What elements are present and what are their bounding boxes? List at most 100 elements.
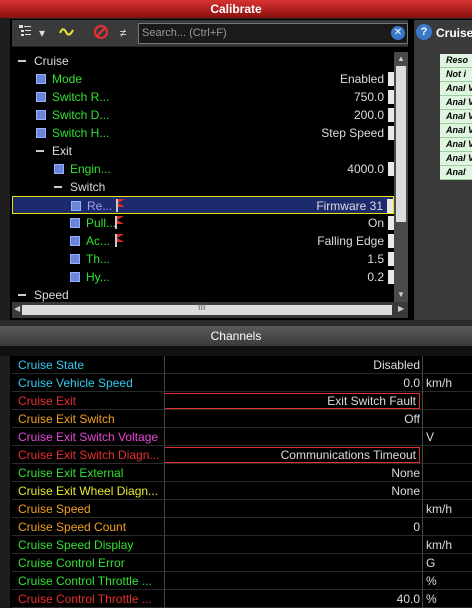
channel-label: Cruise Vehicle Speed (18, 376, 133, 390)
no-entry-icon[interactable] (90, 24, 112, 42)
help-table-cell: Anal Volta Inpu (440, 82, 472, 96)
channels-header-strip (0, 346, 472, 356)
channel-label: Cruise Exit Switch Diagn... (18, 448, 160, 462)
channel-unit: % (426, 592, 437, 606)
calibrate-title: Calibrate (210, 2, 262, 16)
channel-row[interactable]: Cruise Exit Switch Voltage V (12, 428, 472, 446)
tree-view-icon[interactable] (14, 24, 36, 42)
setting-icon (36, 128, 46, 138)
setting-icon (36, 110, 46, 120)
channel-unit: V (426, 430, 435, 444)
tree-category-label: Switch (70, 180, 106, 194)
scroll-up-icon[interactable]: ▲ (397, 54, 405, 63)
horizontal-scrollbar[interactable]: ◀ III ▶ (12, 302, 408, 318)
tree-item-label: Switch R... (52, 90, 110, 104)
help-table-cell: Anal Volta Inpu (440, 152, 472, 166)
close-icon[interactable]: ✕ (391, 26, 405, 40)
chevron-down-icon[interactable]: ▾ (36, 24, 48, 42)
tree-item[interactable]: Pull... On (12, 214, 394, 232)
tree-item-value[interactable]: Step Speed (321, 124, 384, 142)
tree-item-value[interactable]: 0.2 (367, 268, 384, 286)
tree-item-label: Hy... (86, 270, 110, 284)
calibration-tree: Cruise Mode Enabled Switch R... 750.0 Switch … (12, 52, 394, 302)
setting-icon (70, 272, 80, 282)
channel-row[interactable]: Cruise Exit Switch Off (12, 410, 472, 428)
channel-row[interactable]: Cruise Exit Switch Diagn... Communication… (12, 446, 472, 464)
tree-item[interactable]: Re... Firmware 31 (12, 196, 394, 214)
tree-item-label: Re... (87, 199, 113, 213)
channel-label: Cruise Control Throttle ... (18, 592, 152, 606)
tree-item-value[interactable]: On (368, 214, 384, 232)
channel-label: Cruise Control Throttle ... (18, 574, 152, 588)
tree-item-value[interactable]: 1.5 (367, 250, 384, 268)
tree-item[interactable]: Mode Enabled (12, 70, 394, 88)
setting-icon (71, 201, 81, 211)
channel-row[interactable]: Cruise Speed Display km/h (12, 536, 472, 554)
channel-value: 0.0 (403, 376, 420, 390)
tree-item-value[interactable]: Enabled (340, 70, 384, 88)
channel-row[interactable]: Cruise Speed km/h (12, 500, 472, 518)
channels-list: Cruise State Disabled Cruise Vehicle Speed… (12, 356, 472, 608)
channel-row[interactable]: Cruise Control Error G (12, 554, 472, 572)
channel-label: Cruise State (18, 358, 85, 372)
collapse-icon[interactable] (18, 291, 26, 299)
tree-item-value[interactable]: 4000.0 (347, 160, 384, 178)
collapse-icon[interactable] (36, 147, 44, 155)
channel-row[interactable]: Cruise Exit Wheel Diagn... None (12, 482, 472, 500)
tree-category-label: Cruise (34, 54, 69, 68)
channel-value: None (391, 466, 420, 480)
tree-item-value[interactable]: 200.0 (354, 106, 384, 124)
scroll-right-icon[interactable]: ▶ (398, 304, 404, 313)
tree-item[interactable]: Engin... 4000.0 (12, 160, 394, 178)
channel-label: Cruise Exit Wheel Diagn... (18, 484, 159, 498)
tree-category[interactable]: Speed (12, 286, 394, 302)
tree-item-label: Mode (52, 72, 83, 86)
tree-item[interactable]: Hy... 0.2 (12, 268, 394, 286)
not-equal-icon[interactable]: ≠ (114, 24, 132, 42)
tree-category-label: Exit (52, 144, 73, 158)
channel-row[interactable]: Cruise Control Throttle ... 40.0% (12, 590, 472, 608)
horizontal-scroll-thumb[interactable]: III (22, 302, 392, 315)
tree-item[interactable]: Ac... Falling Edge (12, 232, 394, 250)
tree-item-value[interactable]: Firmware 31 (316, 197, 383, 215)
help-table-cell: Anal (440, 166, 472, 180)
scroll-left-icon[interactable]: ◀ (14, 304, 20, 313)
channels-left-gutter (0, 347, 10, 608)
tree-category[interactable]: Exit (12, 142, 394, 160)
cruise-help-header: ? Cruise (414, 20, 472, 46)
help-table-cell: Anal Volta Inpu (440, 138, 472, 152)
help-table-cell: Not i (440, 68, 472, 82)
tree-item-value[interactable]: 750.0 (354, 88, 384, 106)
left-gutter (0, 18, 10, 322)
channel-value: Off (404, 412, 420, 426)
collapse-icon[interactable] (54, 183, 62, 191)
tree-category[interactable]: Cruise (12, 52, 394, 70)
help-table-cell: Reso (440, 54, 472, 68)
value-edit-indicator (387, 199, 393, 213)
collapse-icon[interactable] (18, 57, 26, 65)
channel-row[interactable]: Cruise Speed Count 0 (12, 518, 472, 536)
channels-title: Channels (210, 329, 262, 343)
vertical-scroll-thumb[interactable] (396, 66, 406, 222)
tree-item[interactable]: Th... 1.5 (12, 250, 394, 268)
wave-filter-icon[interactable] (56, 24, 78, 42)
column-divider (164, 356, 165, 608)
help-icon[interactable]: ? (416, 24, 432, 40)
channel-row[interactable]: Cruise Exit Exit Switch Fault (12, 392, 472, 410)
channel-row[interactable]: Cruise Control Throttle ...% (12, 572, 472, 590)
channel-unit: km/h (426, 376, 453, 390)
vertical-scrollbar[interactable]: ▲ ▼ (394, 52, 408, 302)
channel-unit: km/h (426, 502, 453, 516)
tree-category[interactable]: Switch (12, 178, 394, 196)
scroll-down-icon[interactable]: ▼ (397, 290, 405, 299)
tree-item-label: Ac... (86, 234, 111, 248)
tree-item[interactable]: Switch R... 750.0 (12, 88, 394, 106)
search-input[interactable]: Search... (Ctrl+F) ✕ (138, 23, 408, 44)
calibrate-title-bar: Calibrate (0, 0, 472, 19)
tree-item[interactable]: Switch H... Step Speed (12, 124, 394, 142)
tree-item-value[interactable]: Falling Edge (317, 232, 384, 250)
channel-row[interactable]: Cruise Exit External None (12, 464, 472, 482)
channel-row[interactable]: Cruise Vehicle Speed 0.0 km/h (12, 374, 472, 392)
tree-item[interactable]: Switch D... 200.0 (12, 106, 394, 124)
channel-row[interactable]: Cruise State Disabled (12, 356, 472, 374)
